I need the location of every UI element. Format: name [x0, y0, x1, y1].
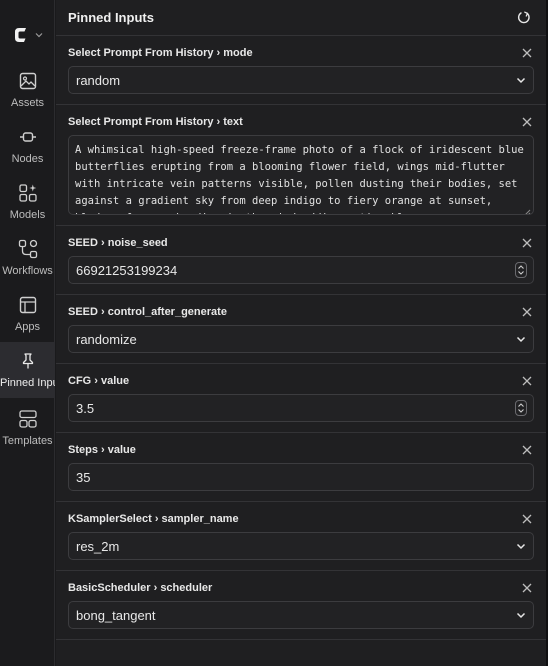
- pinned-input-steps: Steps › value 35: [56, 433, 546, 502]
- sidebar: Assets Nodes Models Workflows Apps Pinne…: [0, 0, 55, 666]
- input-title: Steps › value: [68, 444, 136, 456]
- sidebar-item-models[interactable]: Models: [0, 174, 55, 230]
- close-icon[interactable]: [520, 374, 534, 388]
- sidebar-item-label: Pinned Inputs: [0, 377, 55, 389]
- chevron-down-icon: [515, 540, 527, 552]
- sidebar-item-workflows[interactable]: Workflows: [0, 230, 55, 286]
- pin-icon: [17, 350, 39, 372]
- pinned-input-text: Select Prompt From History › text A whim…: [56, 105, 546, 226]
- control-after-generate-select[interactable]: randomize: [68, 325, 534, 353]
- sidebar-item-assets[interactable]: Assets: [0, 62, 55, 118]
- pinned-input-mode: Select Prompt From History › mode random: [56, 36, 546, 105]
- sampler-name-select[interactable]: res_2m: [68, 532, 534, 560]
- input-title: KSamplerSelect › sampler_name: [68, 513, 239, 525]
- mode-select[interactable]: random: [68, 66, 534, 94]
- stepper-icon[interactable]: [515, 400, 527, 416]
- pinned-input-sampler-name: KSamplerSelect › sampler_name res_2m: [56, 502, 546, 571]
- prompt-text: A whimsical high-speed freeze-frame phot…: [75, 144, 524, 214]
- number-value: 3.5: [76, 400, 95, 416]
- number-value: 66921253199234: [76, 262, 178, 278]
- cfg-input[interactable]: 3.5: [68, 394, 534, 422]
- select-value: randomize: [76, 331, 137, 347]
- close-icon[interactable]: [520, 46, 534, 60]
- node-icon: [17, 126, 39, 148]
- pinned-inputs-panel: Pinned Inputs Select Prompt From History…: [56, 0, 546, 666]
- sidebar-item-label: Templates: [2, 435, 53, 447]
- panel-header: Pinned Inputs: [56, 0, 546, 36]
- input-title: SEED › control_after_generate: [68, 306, 227, 318]
- input-title: BasicScheduler › scheduler: [68, 582, 213, 594]
- number-value: 35: [76, 469, 91, 485]
- app-logo-menu[interactable]: [0, 18, 55, 52]
- input-title: CFG › value: [68, 375, 130, 387]
- chevron-down-icon: [515, 74, 527, 86]
- input-title: Select Prompt From History › mode: [68, 47, 253, 59]
- noise-seed-input[interactable]: 66921253199234: [68, 256, 534, 284]
- pinned-input-cfg: CFG › value 3.5: [56, 364, 546, 433]
- sidebar-item-label: Nodes: [11, 153, 44, 165]
- select-value: random: [76, 72, 121, 88]
- panel-title: Pinned Inputs: [68, 10, 154, 25]
- sidebar-item-apps[interactable]: Apps: [0, 286, 55, 342]
- select-value: res_2m: [76, 538, 120, 554]
- close-icon[interactable]: [520, 581, 534, 595]
- sidebar-item-label: Models: [9, 209, 46, 221]
- refresh-icon[interactable]: [514, 8, 534, 28]
- close-icon[interactable]: [520, 305, 534, 319]
- close-icon[interactable]: [520, 512, 534, 526]
- sidebar-item-templates[interactable]: Templates: [0, 400, 55, 456]
- models-icon: [17, 182, 39, 204]
- close-icon[interactable]: [520, 236, 534, 250]
- sidebar-item-pinned-inputs[interactable]: Pinned Inputs: [0, 342, 55, 398]
- pinned-input-control-after-generate: SEED › control_after_generate randomize: [56, 295, 546, 364]
- chevron-down-icon: [515, 333, 527, 345]
- chevron-down-icon: [35, 33, 42, 38]
- sidebar-item-nodes[interactable]: Nodes: [0, 118, 55, 174]
- close-icon[interactable]: [520, 443, 534, 457]
- workflow-icon: [17, 238, 39, 260]
- templates-icon: [17, 408, 39, 430]
- chevron-down-icon: [515, 609, 527, 621]
- pinned-input-scheduler: BasicScheduler › scheduler bong_tangent: [56, 571, 546, 640]
- select-value: bong_tangent: [76, 607, 156, 623]
- prompt-textarea[interactable]: A whimsical high-speed freeze-frame phot…: [68, 135, 534, 215]
- sidebar-item-label: Workflows: [2, 265, 53, 277]
- stepper-icon[interactable]: [515, 262, 527, 278]
- steps-input[interactable]: 35: [68, 463, 534, 491]
- input-title: SEED › noise_seed: [68, 237, 168, 249]
- sidebar-item-label: Apps: [14, 321, 41, 333]
- scheduler-select[interactable]: bong_tangent: [68, 601, 534, 629]
- close-icon[interactable]: [520, 115, 534, 129]
- comfy-logo-icon: [14, 28, 26, 42]
- resize-handle-icon[interactable]: [523, 204, 531, 214]
- sidebar-item-label: Assets: [10, 97, 44, 109]
- image-icon: [17, 70, 39, 92]
- input-title: Select Prompt From History › text: [68, 116, 243, 128]
- apps-icon: [17, 294, 39, 316]
- pinned-input-noise-seed: SEED › noise_seed 66921253199234: [56, 226, 546, 295]
